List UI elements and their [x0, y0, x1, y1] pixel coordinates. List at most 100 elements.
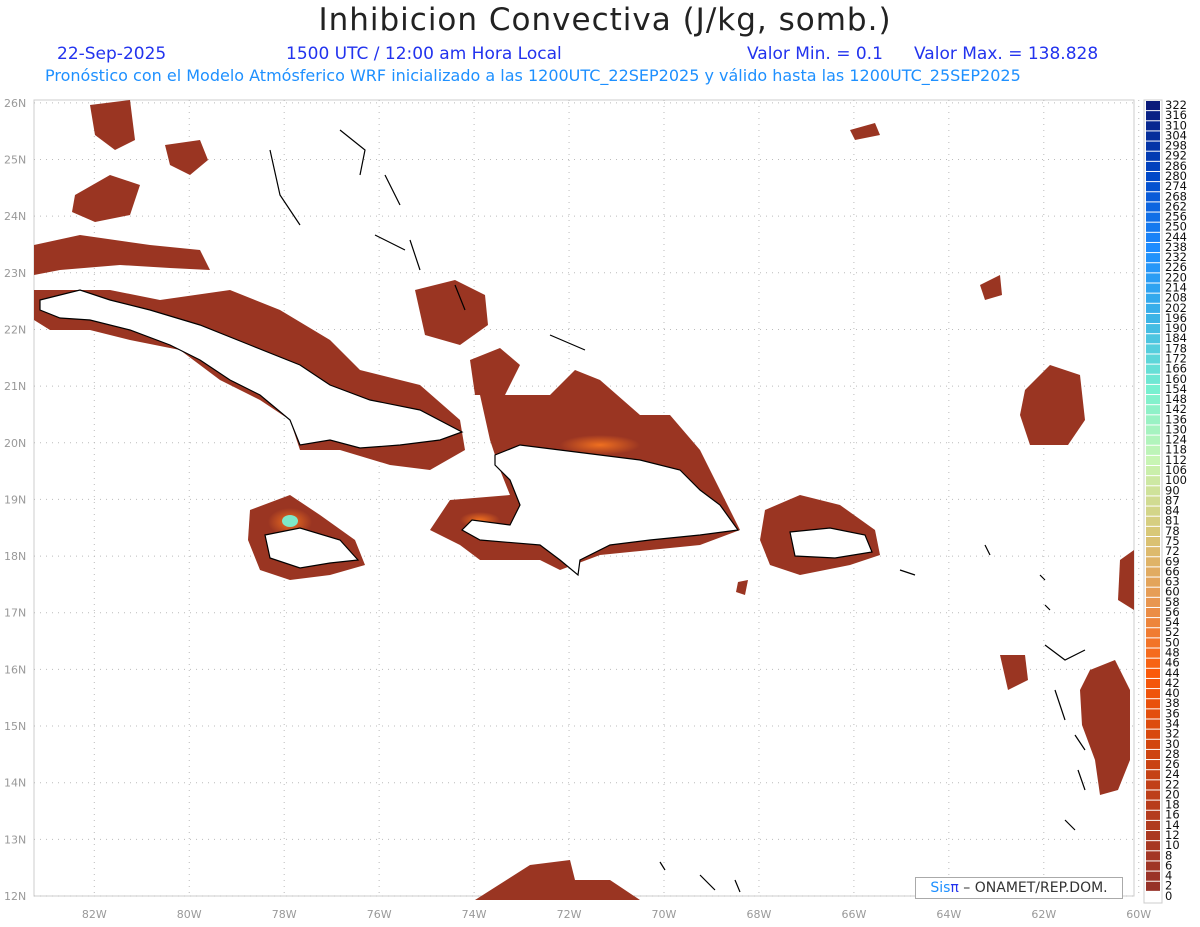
colorbar-swatch [1146, 526, 1160, 536]
colorbar-swatch [1146, 668, 1160, 678]
colorbar-swatch [1146, 435, 1160, 445]
colorbar-swatch [1146, 881, 1160, 891]
colorbar-swatch [1146, 283, 1160, 293]
colorbar-swatch [1146, 638, 1160, 648]
min-value: Valor Min. = 0.1 [747, 44, 883, 64]
colorbar-swatch [1146, 557, 1160, 567]
colorbar-swatch [1146, 334, 1160, 344]
colorbar-swatch [1146, 273, 1160, 283]
colorbar-swatch [1146, 455, 1160, 466]
max-value: Valor Max. = 138.828 [914, 44, 1099, 64]
colorbar-swatch [1146, 810, 1160, 820]
colorbar-swatch [1146, 851, 1160, 861]
colorbar-swatch [1146, 597, 1160, 607]
colorbar: 3223163103042982922862802742682622562502… [1143, 98, 1187, 904]
colorbar-swatch [1146, 516, 1160, 526]
colorbar-swatch [1146, 871, 1160, 881]
colorbar-swatch [1146, 253, 1160, 263]
lat-label: 20N [4, 437, 26, 450]
colorbar-swatch [1146, 212, 1160, 222]
colorbar-swatch [1146, 121, 1160, 131]
colorbar-swatch [1146, 324, 1160, 334]
colorbar-swatch [1146, 182, 1160, 192]
colorbar-swatch [1146, 405, 1160, 415]
lat-label: 22N [4, 323, 26, 336]
map-canvas: 82W 80W 78W 76W 74W 72W 70W 68W 66W 64W 62W 60W 12N 1… [4, 97, 1187, 921]
colorbar-swatch [1146, 161, 1160, 171]
colorbar-swatch [1146, 678, 1160, 689]
brand-sis: Sis [930, 880, 951, 896]
lon-label: 68W [747, 908, 772, 921]
colorbar-swatch [1146, 374, 1160, 384]
colorbar-swatch [1146, 151, 1160, 161]
lat-label: 15N [4, 720, 26, 733]
lat-label: 13N [4, 833, 26, 846]
lon-label: 78W [272, 908, 297, 921]
colorbar-swatch [1146, 344, 1160, 354]
colorbar-swatch [1146, 587, 1160, 597]
colorbar-swatch [1146, 384, 1160, 395]
colorbar-swatch [1146, 506, 1160, 516]
lon-label: 82W [82, 908, 107, 921]
lon-label: 76W [367, 908, 392, 921]
colorbar-swatch [1146, 192, 1160, 202]
lon-label: 74W [462, 908, 487, 921]
colorbar-swatch [1146, 861, 1160, 871]
colorbar-swatch [1146, 739, 1160, 749]
colorbar-swatch [1146, 770, 1160, 780]
lat-label: 16N [4, 663, 26, 676]
colorbar-swatch [1146, 760, 1160, 770]
colorbar-swatch [1146, 476, 1160, 486]
lat-label: 23N [4, 267, 26, 280]
forecast-subtitle: Pronóstico con el Modelo Atmósferico WRF… [45, 66, 1021, 85]
colorbar-swatch [1146, 628, 1160, 638]
colorbar-swatch [1146, 425, 1160, 435]
colorbar-swatch [1146, 131, 1160, 141]
colorbar-swatch [1146, 536, 1160, 547]
lat-label: 25N [4, 153, 26, 166]
map-title: Inhibicion Convectiva (J/kg, somb.) [318, 2, 892, 38]
lon-label: 72W [557, 908, 582, 921]
brand-pi: π [950, 880, 959, 896]
valid-time: 1500 UTC / 12:00 am Hora Local [286, 44, 562, 64]
colorbar-swatch [1146, 415, 1160, 425]
colorbar-swatch [1146, 800, 1160, 810]
colorbar-swatch [1146, 303, 1160, 313]
colorbar-swatch [1146, 101, 1160, 111]
lat-label: 24N [4, 210, 26, 223]
colorbar-swatch [1146, 354, 1160, 364]
credit-box: Sisπ – ONAMET/REP.DOM. [915, 877, 1123, 899]
lat-label: 21N [4, 380, 26, 393]
colorbar-swatch [1146, 841, 1160, 851]
colorbar-swatch [1146, 242, 1160, 253]
colorbar-swatch [1146, 729, 1160, 739]
colorbar-swatch [1146, 658, 1160, 668]
lon-label: 80W [177, 908, 202, 921]
lon-label: 62W [1031, 908, 1056, 921]
lon-label: 64W [936, 908, 961, 921]
lon-label: 60W [1126, 908, 1151, 921]
colorbar-swatch [1146, 202, 1160, 212]
colorbar-swatch [1146, 831, 1160, 841]
colorbar-label: 0 [1165, 889, 1172, 903]
lon-label: 70W [652, 908, 677, 921]
lon-label: 66W [841, 908, 866, 921]
colorbar-swatch [1146, 111, 1160, 121]
colorbar-swatch [1146, 547, 1160, 557]
colorbar-swatch [1146, 222, 1160, 232]
colorbar-swatch [1146, 699, 1160, 709]
colorbar-swatch [1146, 607, 1160, 618]
colorbar-swatch [1146, 780, 1160, 790]
colorbar-swatch [1146, 171, 1160, 182]
colorbar-swatch [1146, 364, 1160, 374]
colorbar-swatch [1146, 486, 1160, 496]
colorbar-swatch [1146, 577, 1160, 587]
lat-label: 17N [4, 607, 26, 620]
colorbar-swatch [1146, 263, 1160, 273]
lat-label: 26N [4, 97, 26, 110]
colorbar-swatch [1146, 141, 1160, 151]
colorbar-swatch [1146, 567, 1160, 577]
colorbar-swatch [1146, 496, 1160, 506]
colorbar-swatch [1146, 618, 1160, 628]
lat-label: 19N [4, 493, 26, 506]
